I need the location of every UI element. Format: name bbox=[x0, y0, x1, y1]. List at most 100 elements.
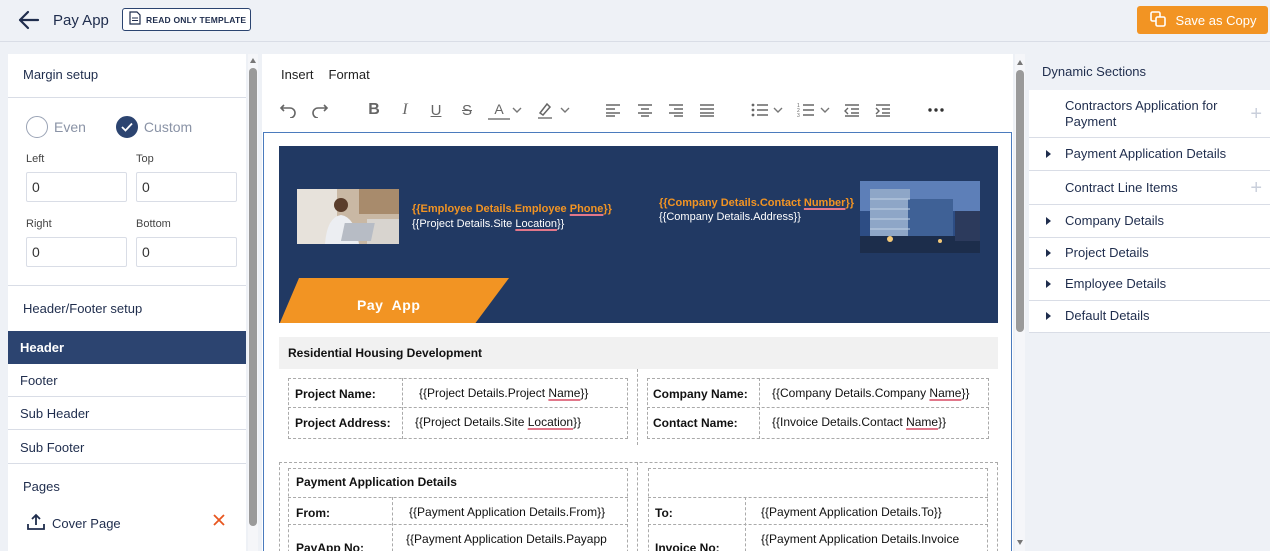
underline-icon[interactable]: U bbox=[425, 100, 447, 120]
chevron-down-icon[interactable] bbox=[771, 100, 785, 120]
scroll-down-icon[interactable] bbox=[1017, 540, 1023, 545]
divider bbox=[759, 378, 760, 439]
back-arrow-icon[interactable] bbox=[18, 10, 40, 30]
chevron-down-icon[interactable] bbox=[510, 100, 524, 120]
left-scroll-thumb[interactable] bbox=[249, 68, 257, 526]
numbered-list-icon[interactable]: 123 bbox=[795, 100, 817, 120]
section-payment-application-details[interactable]: Payment Application Details bbox=[1029, 138, 1270, 171]
bullet-list-icon[interactable] bbox=[749, 100, 771, 120]
hf-item-header[interactable]: Header bbox=[8, 331, 246, 364]
company-name-value: {{Company Details.Company Name}} bbox=[772, 386, 970, 400]
document-canvas[interactable]: {{Employee Details.Employee Phone}} {{Pr… bbox=[263, 132, 1012, 551]
italic-icon[interactable]: I bbox=[394, 100, 416, 120]
project-address-value: {{Project Details.Site Location}} bbox=[415, 415, 582, 429]
divider bbox=[648, 497, 988, 498]
bold-icon[interactable]: B bbox=[363, 100, 385, 120]
plus-icon[interactable]: + bbox=[1250, 104, 1262, 124]
align-left-icon[interactable] bbox=[602, 100, 624, 120]
payment-application-title: Payment Application Details bbox=[296, 475, 457, 489]
even-radio[interactable] bbox=[26, 116, 48, 138]
scroll-up-icon[interactable] bbox=[250, 58, 256, 63]
bottom-margin-label: Bottom bbox=[136, 218, 171, 230]
section-contractors-application[interactable]: Contractors Application for Payment + bbox=[1029, 90, 1270, 138]
building-photo bbox=[860, 181, 980, 253]
header-footer-setup-title: Header/Footer setup bbox=[23, 301, 143, 316]
outdent-icon[interactable] bbox=[841, 100, 863, 120]
scroll-up-icon[interactable] bbox=[1017, 60, 1023, 65]
align-center-icon[interactable] bbox=[634, 100, 656, 120]
from-value: {{Payment Application Details.From}} bbox=[409, 505, 606, 519]
cover-page-item[interactable]: Cover Page bbox=[8, 502, 246, 544]
divider bbox=[288, 524, 628, 525]
chevron-down-icon[interactable] bbox=[558, 100, 572, 120]
redo-icon[interactable] bbox=[309, 100, 331, 120]
dynamic-sections-panel: Dynamic Sections Contractors Application… bbox=[1029, 54, 1270, 551]
bottom-margin-input[interactable]: 0 bbox=[136, 237, 237, 267]
project-name-value: {{Project Details.Project Name}} bbox=[419, 386, 589, 400]
chevron-down-icon[interactable] bbox=[818, 100, 832, 120]
read-only-badge: READ ONLY TEMPLATE bbox=[122, 8, 252, 31]
menu-insert[interactable]: Insert bbox=[281, 67, 314, 82]
left-panel: Margin setup Even Custom Left Top 0 0 Ri… bbox=[8, 54, 246, 551]
editor-scrollbar[interactable] bbox=[1015, 54, 1025, 551]
dynamic-sections-title: Dynamic Sections bbox=[1042, 64, 1147, 79]
caret-right-icon bbox=[1046, 217, 1051, 225]
section-project-details[interactable]: Project Details bbox=[1029, 238, 1270, 269]
divider bbox=[637, 462, 638, 551]
section-label: Default Details bbox=[1065, 308, 1150, 323]
section-label: Contractors Application for Payment bbox=[1065, 98, 1218, 129]
section-label: Company Details bbox=[1065, 213, 1164, 228]
hf-item-sub-footer[interactable]: Sub Footer bbox=[8, 431, 246, 464]
highlight-icon[interactable] bbox=[534, 100, 556, 120]
save-as-copy-button[interactable]: Save as Copy bbox=[1137, 6, 1268, 34]
divider bbox=[402, 378, 403, 439]
section-employee-details[interactable]: Employee Details bbox=[1029, 269, 1270, 301]
from-label: From: bbox=[296, 506, 330, 520]
align-right-icon[interactable] bbox=[665, 100, 687, 120]
menu-format[interactable]: Format bbox=[329, 67, 370, 82]
strikethrough-icon[interactable]: S bbox=[456, 100, 478, 120]
section-label: Employee Details bbox=[1065, 276, 1167, 291]
divider bbox=[8, 285, 246, 286]
custom-radio[interactable] bbox=[115, 116, 138, 138]
left-margin-input[interactable]: 0 bbox=[26, 172, 127, 202]
to-label: To: bbox=[655, 506, 673, 520]
editor-scroll-thumb[interactable] bbox=[1016, 70, 1024, 332]
project-name-label: Project Name: bbox=[295, 387, 376, 401]
editor-panel: Insert Format B I U S A 123 {{Employee D… bbox=[262, 54, 1013, 551]
caret-right-icon bbox=[1046, 249, 1051, 257]
employee-phone-placeholder: {{Employee Details.Employee Phone}} bbox=[412, 203, 612, 215]
text-color-icon[interactable]: A bbox=[488, 100, 510, 120]
section-contract-line-items[interactable]: Contract Line Items + bbox=[1029, 171, 1270, 205]
company-contact-placeholder: {{Company Details.Contact Number}} bbox=[659, 197, 854, 209]
pay-app-tab-label: Pay App bbox=[357, 297, 421, 313]
pages-title: Pages bbox=[23, 479, 60, 494]
hf-item-footer[interactable]: Footer bbox=[8, 364, 246, 397]
top-margin-input[interactable]: 0 bbox=[136, 172, 237, 202]
justify-icon[interactable] bbox=[696, 100, 718, 120]
read-only-label: READ ONLY TEMPLATE bbox=[146, 14, 247, 25]
indent-icon[interactable] bbox=[872, 100, 894, 120]
section-label: Contract Line Items bbox=[1065, 180, 1178, 195]
page-title: Pay App bbox=[53, 12, 109, 29]
left-scrollbar[interactable] bbox=[248, 54, 258, 551]
hf-item-sub-header[interactable]: Sub Header bbox=[8, 397, 246, 430]
custom-label: Custom bbox=[143, 119, 193, 135]
divider bbox=[288, 407, 628, 408]
site-location-placeholder: {{Project Details.Site Location}} bbox=[412, 218, 565, 230]
top-bar: Pay App READ ONLY TEMPLATE Save as Copy bbox=[0, 0, 1270, 42]
company-name-label: Company Name: bbox=[653, 387, 748, 401]
plus-icon[interactable]: + bbox=[1250, 178, 1262, 198]
section-company-details[interactable]: Company Details bbox=[1029, 205, 1270, 238]
right-margin-input[interactable]: 0 bbox=[26, 237, 127, 267]
more-icon[interactable] bbox=[925, 100, 947, 120]
editor-menu: Insert Format bbox=[281, 67, 370, 82]
undo-icon[interactable] bbox=[277, 100, 299, 120]
payapp-no-label: PayApp No: bbox=[296, 541, 365, 551]
divider bbox=[745, 497, 746, 551]
section-default-details[interactable]: Default Details bbox=[1029, 301, 1270, 333]
close-icon[interactable] bbox=[212, 513, 226, 530]
invoice-no-value: {{Payment Application Details.Invoice bbox=[761, 532, 960, 546]
margin-mode-radios: Even Custom bbox=[26, 116, 192, 138]
divider bbox=[288, 497, 628, 498]
